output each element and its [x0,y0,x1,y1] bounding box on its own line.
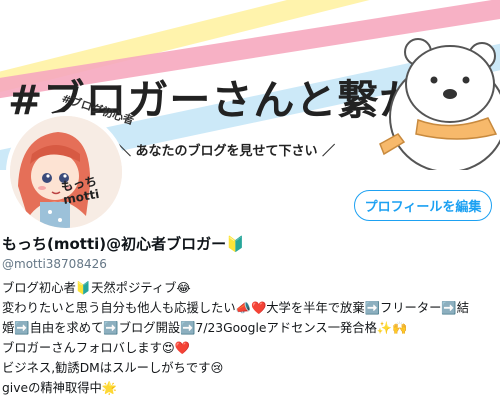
bio-line: 婚➡️自由を求めて➡️ブログ開設➡️7/23Googleアドセンス一発合格✨🙌 [2,321,408,335]
bio-line: ブログ初心者🔰天然ポジティブ😂 [2,281,191,295]
edit-profile-button[interactable]: プロフィールを編集 [354,190,492,221]
avatar-illustration [10,116,122,228]
bio-line: ブロガーさんフォロバします😍❤️ [2,341,190,355]
banner-subtitle: ＼ あなたのブログを見せて下さい ／ [118,144,336,159]
bio-line: 変わりたいと思う自分も他人も応援したい📣❤️大学を半年で放棄➡️フリーター➡️結 [2,301,470,315]
profile-bio: ブログ初心者🔰天然ポジティブ😂 変わりたいと思う自分も他人も応援したい📣❤️大学… [2,278,498,398]
polar-bear-illustration [379,38,500,170]
display-name: もっち(motti)@初心者ブロガー🔰 [2,235,245,253]
avatar[interactable] [6,112,126,232]
bio-line: ビジネス,勧誘DMはスルーしがちです😢 [2,361,224,375]
user-handle: @motti38708426 [2,257,107,271]
banner-subtitle-text: あなたのブログを見せて下さい [135,144,318,159]
bio-line: giveの精神取得中🌟 [2,381,118,395]
